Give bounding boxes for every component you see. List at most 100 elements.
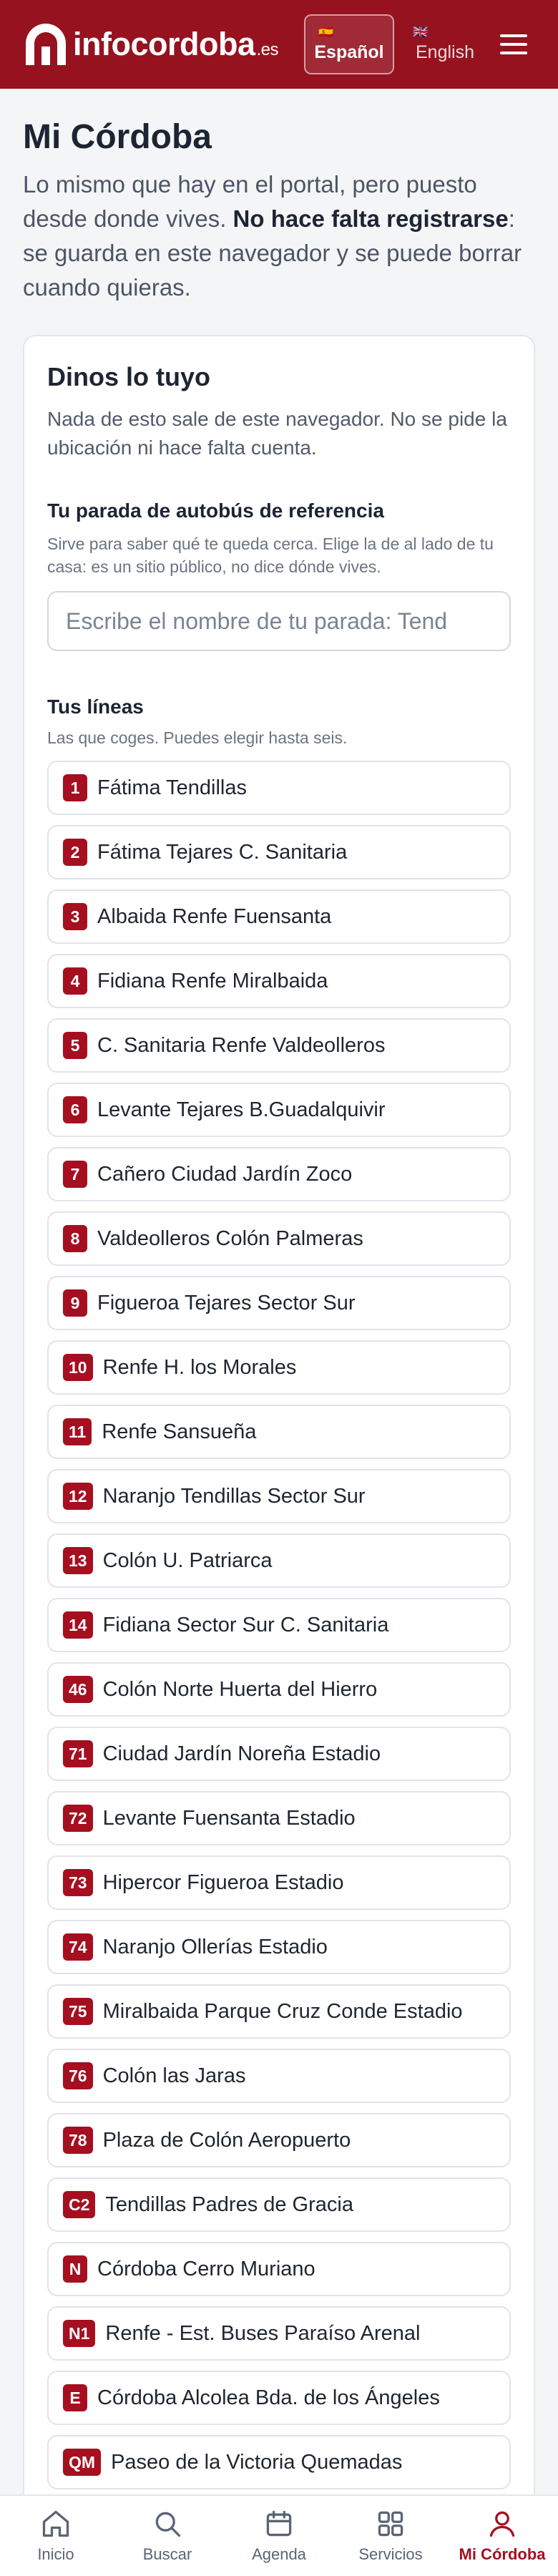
line-option[interactable]: 78 Plaza de Colón Aeropuerto [47, 2113, 511, 2167]
language-en-button[interactable]: 🇬🇧 English [400, 14, 490, 74]
line-option[interactable]: N1 Renfe - Est. Buses Paraíso Arenal [47, 2306, 511, 2361]
line-badge: 7 [63, 1161, 87, 1188]
line-option[interactable]: E Córdoba Alcolea Bda. de los Ángeles [47, 2371, 511, 2425]
line-option[interactable]: 12 Naranjo Tendillas Sector Sur [47, 1469, 511, 1523]
line-name: Colón las Jaras [102, 2064, 246, 2087]
line-name: Plaza de Colón Aeropuerto [102, 2128, 351, 2152]
line-option[interactable]: 13 Colón U. Patriarca [47, 1533, 511, 1588]
line-badge: 6 [63, 1096, 87, 1123]
nav-mi-cordoba[interactable]: Mi Córdoba [446, 2496, 558, 2576]
line-badge: 9 [63, 1289, 87, 1317]
line-option[interactable]: 75 Miralbaida Parque Cruz Conde Estadio [47, 1984, 511, 2039]
nav-agenda[interactable]: Agenda [223, 2496, 335, 2576]
line-option[interactable]: 46 Colón Norte Huerta del Hierro [47, 1662, 511, 1717]
calendar-icon [266, 2510, 292, 2537]
line-badge: 72 [63, 1805, 93, 1832]
language-es-button[interactable]: 🇪🇸 Español [304, 14, 394, 74]
hamburger-icon[interactable] [491, 21, 537, 67]
line-option[interactable]: 3 Albaida Renfe Fuensanta [47, 889, 511, 944]
line-name: Paseo de la Victoria Quemadas [111, 2450, 403, 2474]
line-badge: 2 [63, 839, 87, 866]
nav-label: Mi Córdoba [459, 2545, 546, 2563]
nav-label: Servicios [358, 2545, 423, 2563]
line-badge: 10 [63, 1354, 93, 1381]
language-label: Español [314, 42, 384, 62]
line-option[interactable]: 7 Cañero Ciudad Jardín Zoco [47, 1147, 511, 1201]
line-name: C. Sanitaria Renfe Valdeolleros [97, 1033, 386, 1057]
card-title: Dinos lo tuyo [47, 362, 210, 391]
line-option[interactable]: 72 Levante Fuensanta Estadio [47, 1791, 511, 1845]
line-badge: 12 [63, 1483, 93, 1510]
line-name: Fátima Tejares C. Sanitaria [97, 840, 348, 864]
line-name: Naranjo Tendillas Sector Sur [102, 1484, 366, 1508]
line-name: Valdeolleros Colón Palmeras [97, 1226, 363, 1250]
line-list: 1 Fátima Tendillas 2 Fátima Tejares C. Sani… [47, 761, 511, 2489]
line-name: Colón U. Patriarca [102, 1548, 273, 1572]
line-option[interactable]: 10 Renfe H. los Morales [47, 1340, 511, 1395]
line-option[interactable]: 11 Renfe Sansueña [47, 1405, 511, 1459]
user-icon [489, 2511, 515, 2537]
line-badge: 78 [63, 2127, 93, 2154]
language-label: English [416, 42, 474, 62]
line-name: Naranjo Ollerías Estadio [102, 1935, 328, 1958]
line-option[interactable]: 4 Fidiana Renfe Miralbaida [47, 954, 511, 1008]
line-name: Renfe Sansueña [102, 1420, 257, 1443]
nav-label: Inicio [37, 2545, 74, 2563]
nav-label: Agenda [252, 2545, 306, 2563]
line-option[interactable]: QM Paseo de la Victoria Quemadas [47, 2435, 511, 2489]
line-badge: 74 [63, 1933, 93, 1961]
line-badge: 5 [63, 1032, 87, 1059]
line-name: Córdoba Alcolea Bda. de los Ángeles [97, 2386, 440, 2409]
top-bar: infocordoba.es 🇪🇸 Español 🇬🇧 English [0, 0, 558, 89]
line-badge: C2 [63, 2191, 96, 2218]
line-badge: 4 [63, 967, 87, 995]
line-option[interactable]: 9 Figueroa Tejares Sector Sur [47, 1276, 511, 1330]
nav-inicio[interactable]: Inicio [0, 2496, 112, 2576]
page-title: Mi Córdoba [23, 118, 212, 156]
line-badge: 75 [63, 1998, 93, 2025]
uk-flag-icon: 🇬🇧 [413, 25, 429, 39]
spain-flag-icon: 🇪🇸 [318, 25, 334, 39]
line-option[interactable]: 76 Colón las Jaras [47, 2049, 511, 2103]
line-name: Miralbaida Parque Cruz Conde Estadio [102, 1999, 463, 2023]
stop-field-help: Sirve para saber qué te queda cerca. Eli… [47, 535, 494, 576]
line-option[interactable]: 73 Hipercor Figueroa Estadio [47, 1855, 511, 1910]
logo-text: infocordoba.es [73, 26, 278, 62]
stop-search-input[interactable] [47, 591, 511, 651]
line-option[interactable]: N Córdoba Cerro Muriano [47, 2242, 511, 2296]
line-name: Fátima Tendillas [97, 776, 248, 799]
logo-icon [26, 24, 66, 65]
line-name: Renfe - Est. Buses Paraíso Arenal [105, 2321, 421, 2345]
line-name: Ciudad Jardín Noreña Estadio [102, 1742, 381, 1765]
line-option[interactable]: 1 Fátima Tendillas [47, 761, 511, 815]
line-name: Levante Fuensanta Estadio [102, 1806, 356, 1830]
bottom-nav: Inicio Buscar Agenda Servicios Mi Córdob… [0, 2494, 558, 2576]
line-badge: N [63, 2255, 87, 2283]
nav-servicios[interactable]: Servicios [335, 2496, 446, 2576]
line-badge: 11 [63, 1418, 92, 1445]
line-badge: 8 [63, 1225, 87, 1252]
stop-field-label: Tu parada de autobús de referencia [47, 499, 384, 522]
line-option[interactable]: 5 C. Sanitaria Renfe Valdeolleros [47, 1018, 511, 1073]
lines-label: Tus líneas [47, 696, 144, 718]
line-badge: 13 [63, 1547, 93, 1574]
line-badge: E [63, 2384, 87, 2411]
site-logo[interactable]: infocordoba.es [21, 22, 278, 67]
card-subtitle: Nada de esto sale de este navegador. No … [47, 408, 507, 459]
line-name: Colón Norte Huerta del Hierro [102, 1677, 378, 1701]
line-option[interactable]: 14 Fidiana Sector Sur C. Sanitaria [47, 1598, 511, 1652]
line-option[interactable]: 2 Fátima Tejares C. Sanitaria [47, 825, 511, 879]
line-option[interactable]: 8 Valdeolleros Colón Palmeras [47, 1211, 511, 1266]
line-name: Renfe H. los Morales [102, 1355, 297, 1379]
line-badge: 71 [63, 1740, 93, 1767]
line-name: Córdoba Cerro Muriano [97, 2257, 315, 2280]
line-option[interactable]: 6 Levante Tejares B.Guadalquivir [47, 1083, 511, 1137]
line-name: Tendillas Padres de Gracia [105, 2192, 353, 2216]
line-name: Levante Tejares B.Guadalquivir [97, 1098, 386, 1121]
line-badge: 3 [63, 903, 87, 930]
line-option[interactable]: C2 Tendillas Padres de Gracia [47, 2177, 511, 2232]
preferences-card: Dinos lo tuyo Nada de esto sale de este … [23, 335, 535, 2576]
line-option[interactable]: 71 Ciudad Jardín Noreña Estadio [47, 1727, 511, 1781]
line-option[interactable]: 74 Naranjo Ollerías Estadio [47, 1920, 511, 1974]
nav-buscar[interactable]: Buscar [112, 2496, 223, 2576]
